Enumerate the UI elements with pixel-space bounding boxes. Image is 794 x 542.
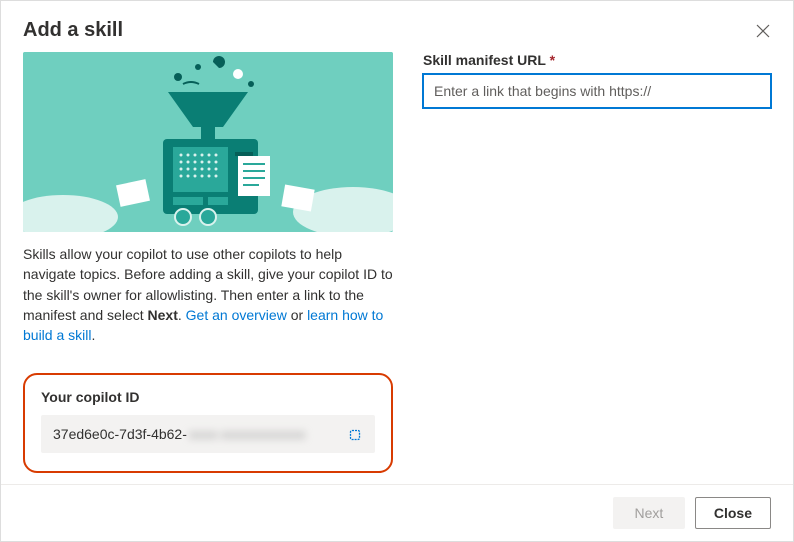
- copilot-id-label: Your copilot ID: [41, 389, 375, 405]
- manifest-label-text: Skill manifest URL: [423, 52, 546, 68]
- dialog-footer: Next Close: [1, 484, 793, 541]
- copilot-id-visible: 37ed6e0c-7d3f-4b62-: [53, 426, 187, 442]
- description-bold: Next: [148, 307, 178, 323]
- copy-icon[interactable]: [345, 425, 363, 443]
- next-button[interactable]: Next: [613, 497, 685, 529]
- required-indicator: *: [550, 52, 555, 68]
- description-or: or: [287, 307, 307, 323]
- description-text: Skills allow your copilot to use other c…: [23, 244, 393, 345]
- copilot-id-row: 37ed6e0c-7d3f-4b62-xxxx-xxxxxxxxxxxx: [41, 415, 375, 453]
- copilot-id-section: Your copilot ID 37ed6e0c-7d3f-4b62-xxxx-…: [23, 373, 393, 473]
- manifest-url-input[interactable]: [423, 74, 771, 108]
- description-part2: .: [178, 307, 186, 323]
- close-button[interactable]: Close: [695, 497, 771, 529]
- copilot-id-value: 37ed6e0c-7d3f-4b62-xxxx-xxxxxxxxxxxx: [53, 426, 306, 442]
- dialog-title: Add a skill: [23, 19, 123, 42]
- copilot-id-hidden: xxxx-xxxxxxxxxxxx: [189, 426, 306, 442]
- overview-link[interactable]: Get an overview: [186, 307, 287, 323]
- manifest-url-label: Skill manifest URL *: [423, 52, 771, 68]
- close-icon[interactable]: [755, 23, 771, 39]
- skill-illustration: [23, 52, 393, 232]
- description-end: .: [91, 327, 95, 343]
